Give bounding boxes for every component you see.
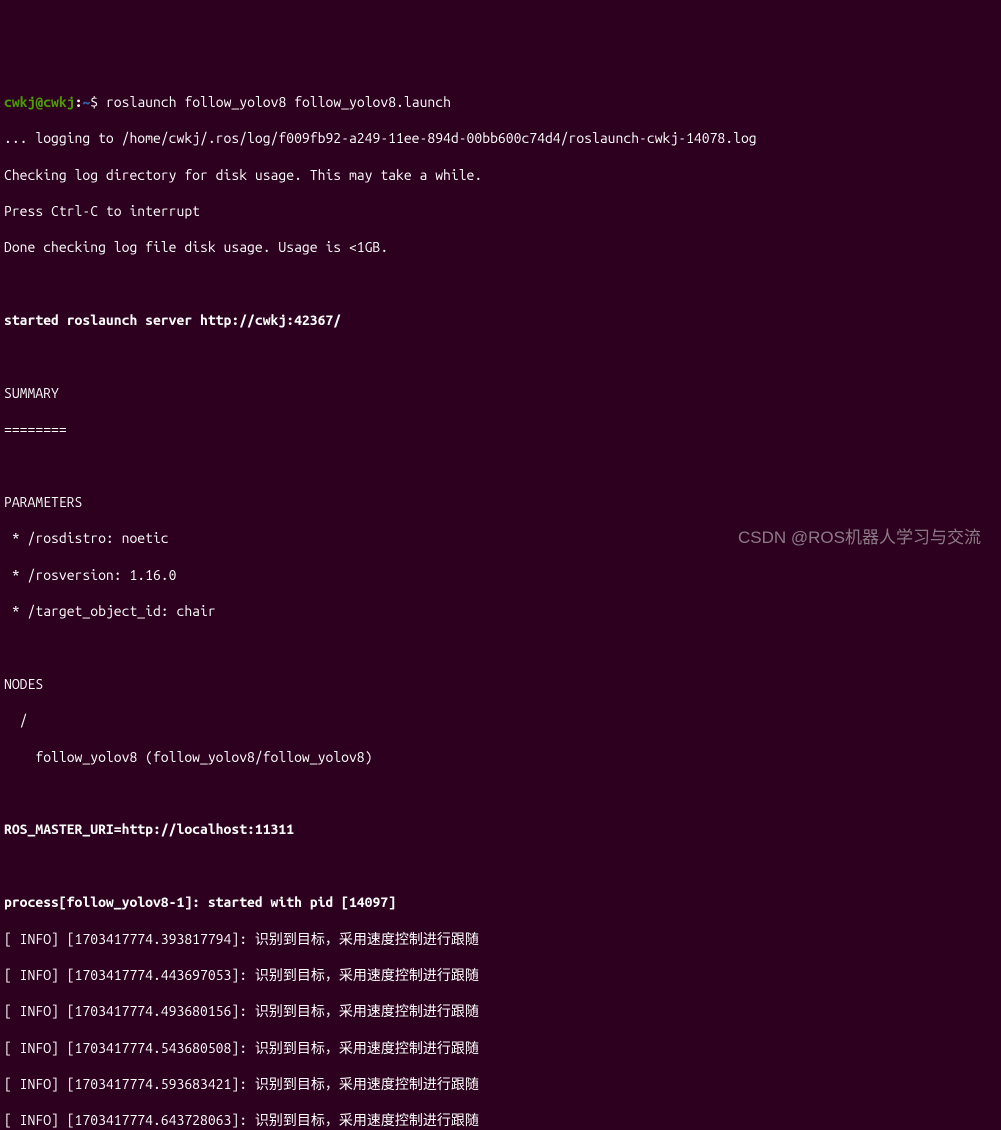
prompt-dollar: $ — [90, 94, 106, 110]
blank-line — [4, 348, 997, 366]
param-rosdistro: * /rosdistro: noetic — [4, 529, 997, 547]
blank-line — [4, 857, 997, 875]
param-target-object-id: * /target_object_id: chair — [4, 602, 997, 620]
summary-divider: ======== — [4, 420, 997, 438]
info-line: [ INFO] [1703417774.593683421]: 识别到目标，采用… — [4, 1075, 997, 1093]
parameters-header: PARAMETERS — [4, 493, 997, 511]
info-line: [ INFO] [1703417774.643728063]: 识别到目标，采用… — [4, 1111, 997, 1129]
nodes-header: NODES — [4, 675, 997, 693]
terminal-output[interactable]: cwkj@cwkj:~$ roslaunch follow_yolov8 fol… — [4, 75, 997, 1130]
started-roslaunch-line: started roslaunch server http://cwkj:423… — [4, 311, 997, 329]
blank-line — [4, 784, 997, 802]
blank-line — [4, 457, 997, 475]
process-started-line: process[follow_yolov8-1]: started with p… — [4, 893, 997, 911]
logging-line: ... logging to /home/cwkj/.ros/log/f009f… — [4, 129, 997, 147]
prompt-user: cwkj — [4, 94, 35, 110]
press-ctrl-c-line: Press Ctrl-C to interrupt — [4, 202, 997, 220]
blank-line — [4, 639, 997, 657]
prompt-line: cwkj@cwkj:~$ roslaunch follow_yolov8 fol… — [4, 93, 997, 111]
done-checking-line: Done checking log file disk usage. Usage… — [4, 238, 997, 256]
checking-line: Checking log directory for disk usage. T… — [4, 166, 997, 184]
info-line: [ INFO] [1703417774.493680156]: 识别到目标，采用… — [4, 1002, 997, 1020]
blank-line — [4, 275, 997, 293]
info-line: [ INFO] [1703417774.393817794]: 识别到目标，采用… — [4, 930, 997, 948]
nodes-root: / — [4, 711, 997, 729]
nodes-item: follow_yolov8 (follow_yolov8/follow_yolo… — [4, 748, 997, 766]
ros-master-uri: ROS_MASTER_URI=http://localhost:11311 — [4, 820, 997, 838]
info-line: [ INFO] [1703417774.443697053]: 识别到目标，采用… — [4, 966, 997, 984]
info-line: [ INFO] [1703417774.543680508]: 识别到目标，采用… — [4, 1039, 997, 1057]
command-text: roslaunch follow_yolov8 follow_yolov8.la… — [106, 94, 451, 110]
summary-header: SUMMARY — [4, 384, 997, 402]
prompt-host: cwkj — [43, 94, 74, 110]
param-rosversion: * /rosversion: 1.16.0 — [4, 566, 997, 584]
